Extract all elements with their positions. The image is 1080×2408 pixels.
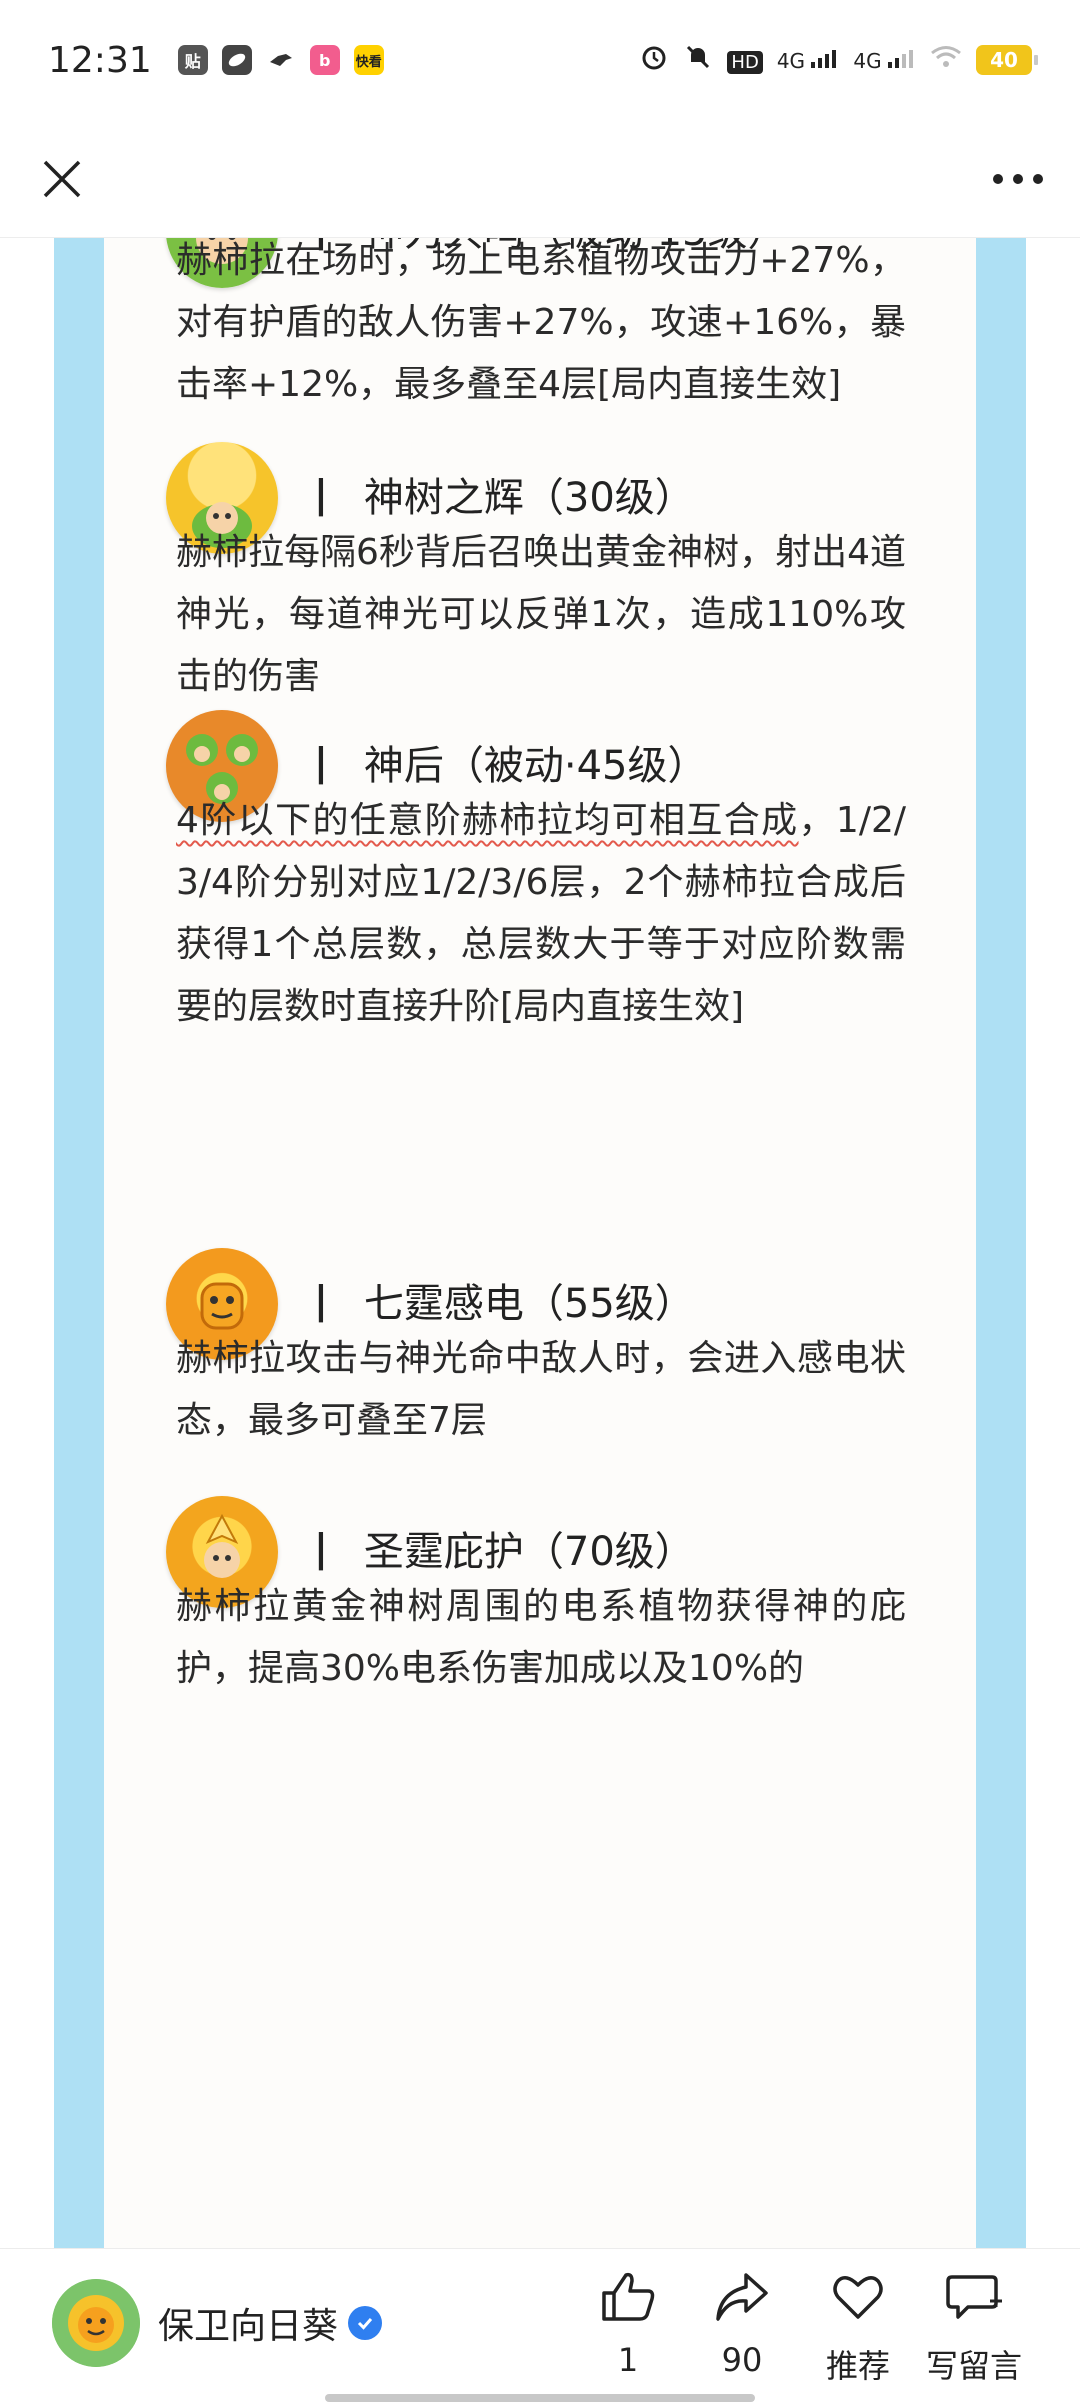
skill-frame: | 神力共鸣（被动·15级） 赫柿拉在场时，场上电系植物攻击力+27%，对有护盾… xyxy=(54,238,1026,2248)
mute-icon xyxy=(683,42,713,79)
skill-description: 赫柿拉在场时，场上电系植物攻击力+27%，对有护盾的敌人伤害+27%，攻速+16… xyxy=(176,240,906,405)
comment-label: 写留言 xyxy=(925,2347,1022,2385)
like-count: 1 xyxy=(617,2341,639,2379)
recommend-label: 推荐 xyxy=(825,2347,890,2385)
author-name[interactable]: 保卫向日葵 xyxy=(158,2297,338,2349)
thumbs-up-icon xyxy=(602,2272,655,2321)
bilibili-icon: b xyxy=(309,45,340,75)
share-button[interactable]: 90 xyxy=(682,2271,802,2379)
signal-4g-icon: 4G xyxy=(777,48,840,73)
wifi-icon xyxy=(930,44,962,77)
top-nav xyxy=(0,120,1080,238)
title-divider: | xyxy=(314,740,328,784)
more-icon[interactable] xyxy=(986,147,1050,211)
kuaikan-icon: 快看 xyxy=(353,45,384,75)
title-divider: | xyxy=(314,472,328,516)
battery-icon: 40 xyxy=(976,45,1038,75)
tieba-icon: 贴 xyxy=(177,45,208,75)
share-icon xyxy=(716,2273,768,2321)
skill-description: 赫柿拉每隔6秒背后召唤出黄金神树，射出4道神光，每道神光可以反弹1次，造成110… xyxy=(176,532,906,697)
recommend-button[interactable]: 推荐 xyxy=(798,2271,918,2387)
skill-description: 赫柿拉黄金神树周围的电系植物获得神的庇护，提高30%电系伤害加成以及10%的 xyxy=(176,1586,906,1689)
title-divider: | xyxy=(314,1278,328,1322)
status-time: 12:31 xyxy=(48,39,152,81)
share-count: 90 xyxy=(721,2341,763,2379)
like-button[interactable]: 1 xyxy=(568,2271,688,2379)
bird-app-icon xyxy=(265,45,296,75)
article-content: | 神力共鸣（被动·15级） 赫柿拉在场时，场上电系植物攻击力+27%，对有护盾… xyxy=(0,238,1080,2248)
hd-icon: HD xyxy=(727,45,763,75)
close-icon[interactable] xyxy=(30,147,94,211)
skill-card: | 神力共鸣（被动·15级） 赫柿拉在场时，场上电系植物攻击力+27%，对有护盾… xyxy=(104,238,976,2248)
author-info[interactable]: 保卫向日葵 xyxy=(52,2279,383,2367)
skill-title: 神后（被动·45级） xyxy=(363,743,708,789)
signal-4g-icon-2: 4G xyxy=(853,48,916,73)
skill-title: 七霆感电（55级） xyxy=(363,1281,695,1327)
comment-add-icon xyxy=(946,2275,1002,2319)
heart-icon xyxy=(833,2276,883,2319)
bottom-action-bar: 保卫向日葵 1 90 推荐 写留言 xyxy=(0,2248,1080,2408)
avatar[interactable] xyxy=(52,2279,140,2367)
alarm-icon xyxy=(639,42,669,79)
spellcheck-highlight: 4阶以下的任意阶赫柿拉均可相互合成 xyxy=(176,800,799,841)
home-indicator[interactable] xyxy=(325,2394,755,2402)
comment-button[interactable]: 写留言 xyxy=(914,2271,1034,2387)
skill-title: 神树之辉（30级） xyxy=(363,475,695,521)
skill-description: 4阶以下的任意阶赫柿拉均可相互合成，1/2/3/4阶分别对应1/2/3/6层，2… xyxy=(176,790,906,1038)
skill-title: 圣霆庇护（70级） xyxy=(363,1529,695,1575)
leaf-app-icon xyxy=(221,45,252,75)
title-divider: | xyxy=(314,1526,328,1570)
status-bar: 12:31 贴 b 快看 HD 4G 4G 40 xyxy=(0,0,1080,120)
verified-icon xyxy=(348,2306,383,2340)
skill-description: 赫柿拉攻击与神光命中敌人时，会进入感电状态，最多可叠至7层 xyxy=(176,1338,906,1441)
